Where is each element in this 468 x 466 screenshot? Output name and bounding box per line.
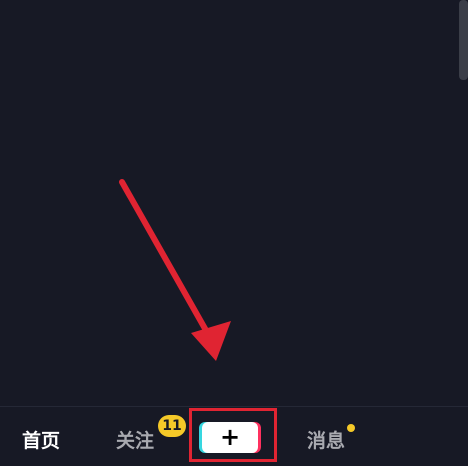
app-screen: 首页 关注 11 + 消息 — [0, 0, 468, 466]
red-arrow-icon — [119, 179, 231, 361]
scrollbar[interactable] — [459, 0, 468, 80]
tab-messages[interactable]: 消息 — [307, 429, 345, 453]
tab-home[interactable]: 首页 — [22, 429, 60, 453]
create-button[interactable]: + — [202, 422, 258, 453]
plus-icon: + — [219, 423, 241, 451]
messages-dot-badge — [347, 424, 355, 432]
bottom-navigation: 首页 关注 11 + 消息 — [0, 407, 468, 466]
tab-follow[interactable]: 关注 — [116, 429, 154, 453]
follow-badge: 11 — [158, 415, 186, 437]
